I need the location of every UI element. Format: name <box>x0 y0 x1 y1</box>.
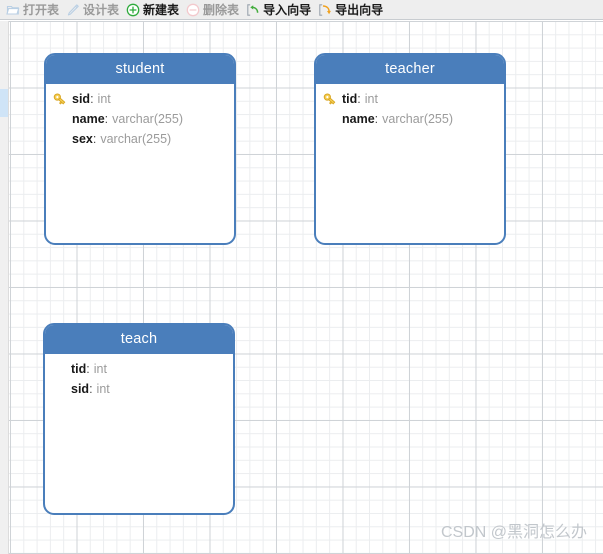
field-name: sid <box>72 92 91 106</box>
table-row[interactable]: name: varchar(255) <box>46 109 234 129</box>
field-colon: : <box>104 112 109 126</box>
field-colon: : <box>357 92 361 106</box>
table-row[interactable]: tid: int <box>45 359 233 379</box>
toolbar-button-new-table[interactable]: 新建表 <box>124 1 184 19</box>
field-key-spacer <box>52 112 72 127</box>
table-row[interactable]: sid: int <box>45 379 233 399</box>
table-fields-teacher: tid: int name: varchar(255) <box>316 84 504 129</box>
field-type: varchar(255) <box>382 112 454 126</box>
plus-circle-icon <box>126 3 140 17</box>
field-name: name <box>72 112 105 126</box>
field-type: int <box>97 92 111 106</box>
field-colon: : <box>89 382 93 396</box>
toolbar-button-export-wizard[interactable]: 导出向导 <box>316 1 388 19</box>
watermark-text: CSDN @黑洞怎么办 <box>440 524 587 541</box>
table-row[interactable]: sex: varchar(255) <box>46 129 234 149</box>
field-colon: : <box>374 112 379 126</box>
field-name: tid <box>71 362 87 376</box>
field-name: name <box>342 112 375 126</box>
pencil-design-icon <box>66 3 80 17</box>
vertical-scrollbar-thumb[interactable] <box>0 89 8 117</box>
table-node-student[interactable]: student sid: int name: varchar(255) sex … <box>44 53 236 245</box>
toolbar-button-open-table-label: 打开表 <box>23 2 60 17</box>
table-node-teacher[interactable]: teacher tid: int name: varchar(255) <box>314 53 506 245</box>
field-key-spacer <box>52 132 72 147</box>
toolbar-button-export-wizard-label: 导出向导 <box>335 2 384 17</box>
field-type: varchar(255) <box>100 132 172 146</box>
primary-key-icon <box>52 92 72 107</box>
field-type: int <box>93 362 107 376</box>
field-colon: : <box>92 132 97 146</box>
table-row[interactable]: tid: int <box>316 89 504 109</box>
table-node-teach[interactable]: teach tid: int sid: int <box>43 323 235 515</box>
import-arrow-icon <box>246 3 260 17</box>
table-header-teach: teach <box>45 325 233 354</box>
field-name: sex <box>72 132 93 146</box>
field-type: varchar(255) <box>112 112 184 126</box>
toolbar: 打开表 设计表 新建表 删除表 导入向导 导出向导 <box>0 0 603 20</box>
field-key-spacer <box>322 112 342 127</box>
field-key-spacer <box>51 362 71 377</box>
table-fields-teach: tid: int sid: int <box>45 354 233 399</box>
field-type: int <box>96 382 110 396</box>
toolbar-button-delete-table[interactable]: 删除表 <box>184 1 244 19</box>
primary-key-icon <box>322 92 342 107</box>
field-colon: : <box>90 92 94 106</box>
toolbar-button-design-table[interactable]: 设计表 <box>64 1 124 19</box>
toolbar-button-delete-table-label: 删除表 <box>203 2 240 17</box>
minus-circle-icon <box>186 3 200 17</box>
field-type: int <box>364 92 378 106</box>
toolbar-button-open-table[interactable]: 打开表 <box>4 1 64 19</box>
export-arrow-icon <box>318 3 332 17</box>
field-name: tid <box>342 92 358 106</box>
vertical-scrollbar[interactable] <box>0 21 9 554</box>
toolbar-button-import-wizard[interactable]: 导入向导 <box>244 1 316 19</box>
table-header-student: student <box>46 55 234 84</box>
diagram-canvas[interactable]: student sid: int name: varchar(255) sex … <box>0 21 603 554</box>
field-colon: : <box>86 362 90 376</box>
toolbar-button-new-table-label: 新建表 <box>143 2 180 17</box>
field-name: sid <box>71 382 90 396</box>
toolbar-button-import-wizard-label: 导入向导 <box>263 2 312 17</box>
table-fields-student: sid: int name: varchar(255) sex: varchar(25… <box>46 84 234 149</box>
table-header-teacher: teacher <box>316 55 504 84</box>
field-key-spacer <box>51 382 71 397</box>
folder-open-icon <box>6 3 20 17</box>
table-row[interactable]: name: varchar(255) <box>316 109 504 129</box>
table-row[interactable]: sid: int <box>46 89 234 109</box>
toolbar-button-design-table-label: 设计表 <box>83 2 120 17</box>
